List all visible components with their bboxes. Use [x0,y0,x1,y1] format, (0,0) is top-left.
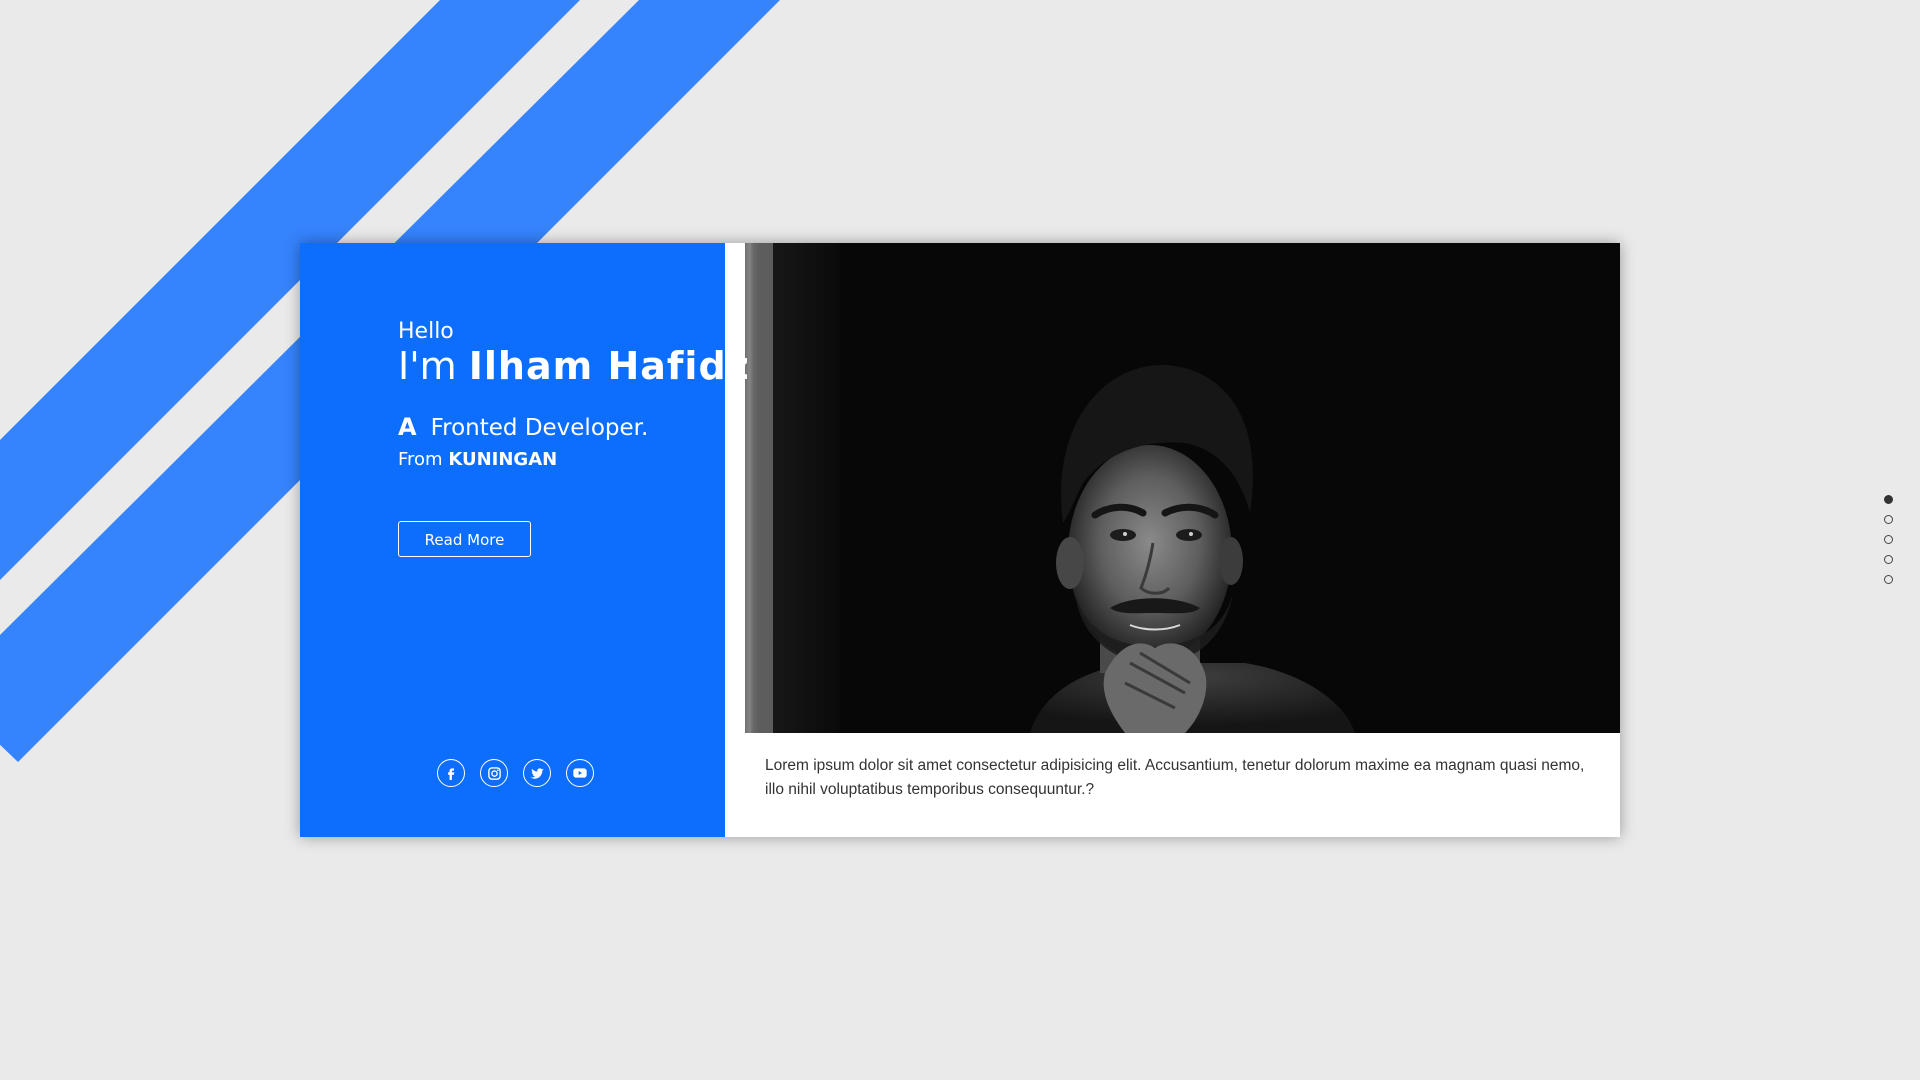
twitter-icon [530,767,544,779]
role-article: A [398,413,417,441]
page: Lorem ipsum dolor sit amet consectetur a… [0,0,1920,1080]
profile-photo [745,243,1620,733]
twitter-link[interactable] [523,759,551,787]
location-line: From KUNINGAN [398,448,1098,472]
instagram-icon [487,766,501,780]
description-text: Lorem ipsum dolor sit amet consectetur a… [765,757,1585,798]
person-name: Ilham Hafidz [468,344,750,388]
page-dot-1[interactable] [1884,495,1893,504]
read-more-button[interactable]: Read More [398,521,531,557]
hero-text: Hello I'm Ilham Hafidz A Fronted Develope… [398,319,1098,472]
profile-card: Lorem ipsum dolor sit amet consectetur a… [300,243,1620,837]
social-links [437,759,594,789]
slide-pagination [1884,495,1896,595]
role-line: A Fronted Developer. [398,413,1098,442]
page-title: I'm Ilham Hafidz [398,345,1098,387]
youtube-icon [573,768,587,778]
city-name: KUNINGAN [448,449,558,470]
greeting: Hello [398,319,454,344]
from-label: From [398,449,443,470]
instagram-link[interactable] [480,759,508,787]
description-box: Lorem ipsum dolor sit amet consectetur a… [725,733,1620,837]
page-dot-3[interactable] [1884,535,1893,544]
youtube-link[interactable] [566,759,594,787]
facebook-link[interactable] [437,759,465,787]
role-title: Fronted Developer. [430,415,649,441]
page-dot-5[interactable] [1884,575,1893,584]
page-dot-4[interactable] [1884,555,1893,564]
facebook-icon [448,768,455,780]
name-prefix: I'm [398,344,457,388]
portrait-image [745,243,1620,733]
page-dot-2[interactable] [1884,515,1893,524]
